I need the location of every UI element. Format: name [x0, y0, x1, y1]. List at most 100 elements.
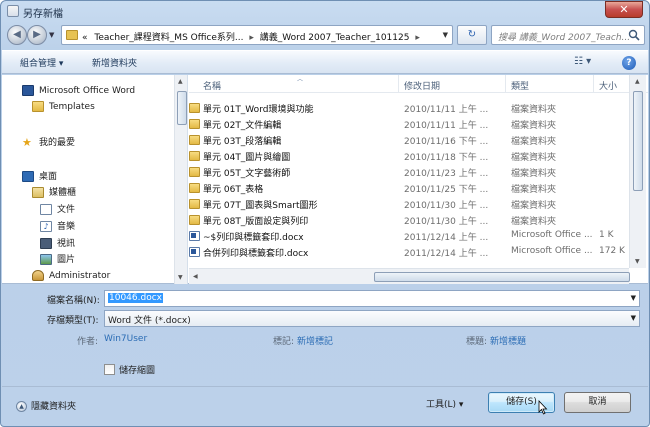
nav-item-desktop[interactable]: 桌面: [22, 169, 57, 185]
address-bar[interactable]: « Teacher_課程資料_MS Office系列... ▸ 講義_Word …: [61, 25, 453, 45]
scroll-thumb[interactable]: [177, 91, 187, 125]
documents-icon: [40, 204, 52, 215]
nav-item-libraries[interactable]: 媒體櫃: [32, 185, 76, 201]
file-row[interactable]: 單元 05T_文字藝術師 2010/11/23 上午 ... 檔案資料夾: [189, 164, 629, 180]
scroll-down-icon[interactable]: ▼: [178, 274, 183, 281]
nav-item-documents[interactable]: 文件: [40, 202, 75, 218]
refresh-button[interactable]: ↻: [457, 25, 487, 45]
save-type-value: Word 文件 (*.docx): [108, 316, 191, 326]
file-row[interactable]: ~$列印與標籤套印.docx 2011/12/14 上午 ... Microsoft…: [189, 228, 629, 244]
file-name: 單元 05T_文字藝術師: [203, 169, 291, 179]
folder-icon: [189, 119, 200, 129]
organize-button[interactable]: 組合管理 ▾: [20, 56, 63, 69]
file-name: ~$列印與標籤套印.docx: [203, 233, 304, 243]
breadcrumb-segment[interactable]: 講義_Word 2007_Teacher_101125: [260, 33, 410, 43]
help-icon[interactable]: ?: [622, 56, 636, 70]
chevron-down-icon[interactable]: ▼: [631, 294, 636, 302]
scroll-up-icon[interactable]: ▲: [178, 78, 183, 85]
file-type: Microsoft Office ...: [511, 230, 593, 240]
address-path: « Teacher_課程資料_MS Office系列... ▸ 講義_Word …: [82, 30, 423, 43]
file-row[interactable]: 單元 03T_段落編輯 2010/11/16 下午 ... 檔案資料夾: [189, 132, 629, 148]
nav-item-word[interactable]: Microsoft Office Word: [22, 85, 135, 101]
file-row[interactable]: 單元 07T_圖表與Smart圖形 2010/11/30 上午 ... 檔案資料夾: [189, 196, 629, 212]
close-button[interactable]: ✕: [605, 1, 643, 18]
nav-item-videos[interactable]: 視訊: [40, 236, 75, 252]
library-icon: [32, 187, 44, 198]
breadcrumb-segment[interactable]: Teacher_課程資料_MS Office系列...: [94, 33, 243, 43]
file-type: 檔案資料夾: [511, 185, 557, 195]
recent-locations-dropdown[interactable]: ▼: [49, 31, 54, 39]
column-size[interactable]: 大小: [599, 79, 617, 92]
tools-menu-button[interactable]: 工具(L) ▾: [426, 397, 463, 410]
nav-item-administrator[interactable]: Administrator: [32, 270, 110, 284]
desktop-icon: [22, 171, 34, 182]
folder-icon: [189, 135, 200, 145]
nav-item-label: 桌面: [39, 172, 58, 182]
view-options-button[interactable]: ☷ ▾: [574, 56, 591, 67]
nav-item-label: Templates: [49, 102, 95, 112]
column-headers: ︿ 名稱 修改日期 類型 大小: [189, 75, 648, 93]
filelist-vertical-scrollbar[interactable]: ▲ ▼: [629, 75, 646, 268]
address-overflow[interactable]: «: [82, 33, 88, 43]
filename-field[interactable]: 10046.docx ▼: [104, 290, 640, 307]
file-row[interactable]: 單元 02T_文件編輯 2010/11/11 上午 ... 檔案資料夾: [189, 116, 629, 132]
column-divider[interactable]: [593, 75, 594, 93]
tags-field[interactable]: 新增標記: [297, 334, 333, 347]
folder-icon: [189, 167, 200, 177]
column-type[interactable]: 類型: [511, 79, 529, 92]
file-type: 檔案資料夾: [511, 137, 557, 147]
navpane-scrollbar[interactable]: ▲ ▼: [174, 75, 187, 284]
save-type-select[interactable]: Word 文件 (*.docx) ▼: [104, 310, 640, 327]
file-date: 2010/11/30 上午 ...: [404, 217, 489, 227]
file-row[interactable]: 單元 08T_版面設定與列印 2010/11/30 上午 ... 檔案資料夾: [189, 212, 629, 228]
hide-folders-button[interactable]: ▲ 隱藏資料夾: [16, 399, 76, 412]
scroll-left-icon[interactable]: ◀: [193, 273, 198, 280]
scroll-thumb[interactable]: [633, 91, 643, 191]
nav-item-templates[interactable]: Templates: [32, 101, 95, 117]
file-row[interactable]: 單元 01T_Word環境與功能 2010/11/11 上午 ... 檔案資料夾: [189, 100, 629, 116]
file-row[interactable]: 合併列印與標籤套印.docx 2011/12/14 上午 ... Microsoft…: [189, 244, 629, 260]
save-thumbnail-label[interactable]: 儲存縮圖: [119, 363, 155, 376]
chevron-up-icon: ▲: [16, 401, 27, 412]
file-name: 單元 06T_表格: [203, 185, 264, 195]
column-date[interactable]: 修改日期: [404, 79, 440, 92]
word-icon: [22, 85, 34, 96]
command-bar: 組合管理 ▾ 新增資料夾 ☷ ▾ ?: [2, 50, 648, 74]
search-input[interactable]: 搜尋 講義_Word 2007_Teach...: [498, 30, 630, 43]
author-label: 作者:: [77, 337, 99, 347]
author-field[interactable]: Win7User: [104, 334, 147, 344]
folder-icon: [189, 215, 200, 225]
save-thumbnail-checkbox[interactable]: [104, 364, 115, 375]
save-type-label: 存檔類型(T):: [47, 316, 99, 326]
filelist-horizontal-scrollbar[interactable]: ◀: [189, 268, 630, 284]
title-field[interactable]: 新增標題: [490, 334, 526, 347]
tags-label: 標記:: [273, 337, 295, 347]
address-dropdown[interactable]: ▼: [443, 31, 448, 39]
breadcrumb-separator[interactable]: ▸: [415, 33, 420, 43]
filename-label: 檔案名稱(N):: [47, 296, 100, 306]
save-as-dialog: 另存新檔 ✕ ◀ ▶ ▼ « Teacher_課程資料_MS Office系列.…: [0, 0, 650, 427]
filename-value[interactable]: 10046.docx: [108, 293, 163, 303]
scroll-up-icon[interactable]: ▲: [635, 78, 640, 85]
column-divider[interactable]: [505, 75, 506, 93]
window-title: 另存新檔: [23, 9, 63, 20]
file-name: 單元 04T_圖片與繪圖: [203, 153, 291, 163]
file-row[interactable]: 單元 04T_圖片與繪圖 2010/11/18 下午 ... 檔案資料夾: [189, 148, 629, 164]
file-type: 檔案資料夾: [511, 105, 557, 115]
search-box[interactable]: 搜尋 講義_Word 2007_Teach...: [491, 25, 645, 45]
column-name[interactable]: 名稱: [203, 79, 221, 92]
new-folder-button[interactable]: 新增資料夾: [92, 56, 137, 69]
file-type: 檔案資料夾: [511, 121, 557, 131]
breadcrumb-separator[interactable]: ▸: [249, 33, 254, 43]
back-button[interactable]: ◀: [7, 25, 27, 45]
cancel-button[interactable]: 取消: [564, 392, 631, 413]
nav-item-pictures[interactable]: 圖片: [40, 252, 75, 268]
scroll-thumb[interactable]: [374, 272, 630, 282]
file-row[interactable]: 單元 06T_表格 2010/11/25 下午 ... 檔案資料夾: [189, 180, 629, 196]
column-divider[interactable]: [398, 75, 399, 93]
forward-button[interactable]: ▶: [27, 25, 47, 45]
nav-item-favorites[interactable]: ★ 我的最愛: [22, 135, 75, 151]
scroll-down-icon[interactable]: ▼: [635, 258, 640, 265]
nav-item-music[interactable]: ♪ 音樂: [40, 219, 75, 235]
chevron-down-icon[interactable]: ▼: [631, 314, 636, 322]
